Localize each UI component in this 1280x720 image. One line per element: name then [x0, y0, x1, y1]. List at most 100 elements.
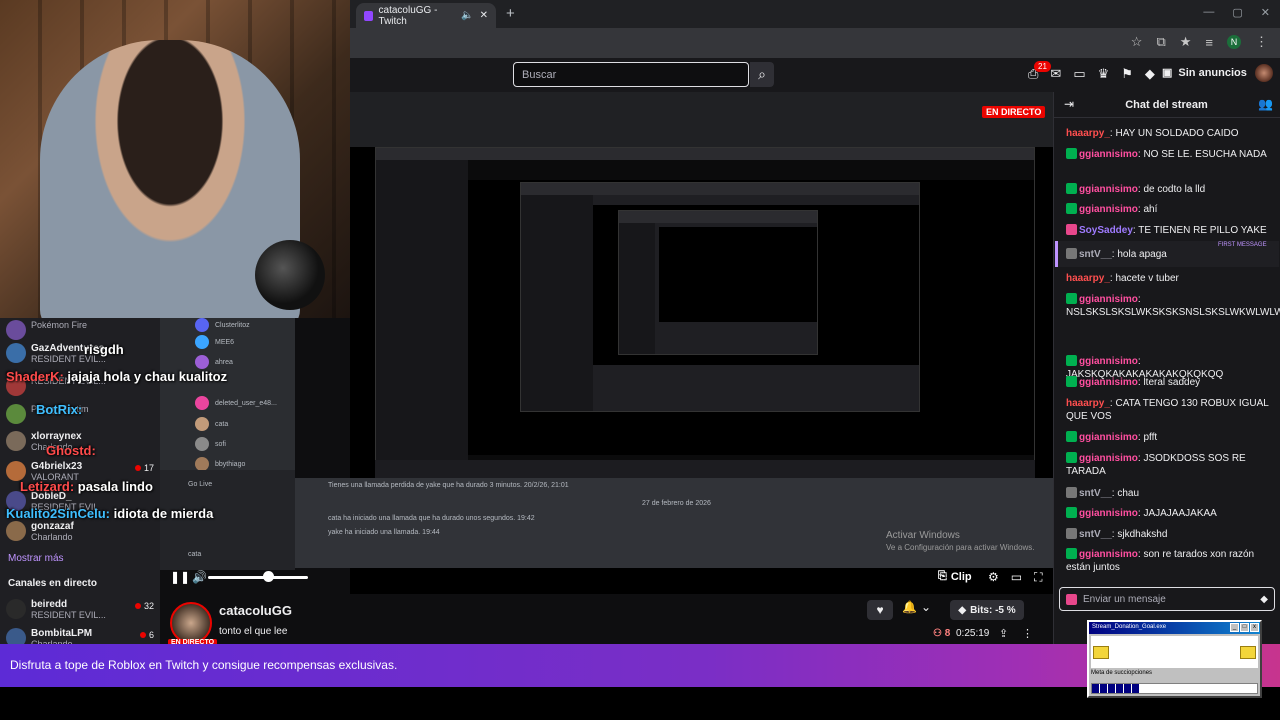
live-channel[interactable]: beiredd RESIDENT EVIL... 32: [6, 599, 156, 620]
bits-icon[interactable]: ◆: [1145, 66, 1155, 82]
chat-username[interactable]: SoySaddey: [1079, 225, 1133, 236]
webcam-feed: [0, 0, 350, 318]
whispers-icon[interactable]: ✉: [1050, 66, 1061, 82]
channel-name[interactable]: catacoluGG: [219, 603, 292, 618]
settings-gear-icon[interactable]: ⚙: [988, 570, 999, 585]
chat-username[interactable]: haaarpy_: [1066, 273, 1110, 284]
activate-windows-title: Activar Windows: [886, 530, 960, 541]
volume-slider[interactable]: [208, 576, 308, 579]
chat-badge-icon: [1066, 487, 1077, 498]
discord-user-name: deleted_user_e48...: [215, 399, 277, 407]
close-icon: x: [1250, 623, 1259, 632]
chat-text: : de codto la lld: [1137, 184, 1206, 195]
nested-side: [521, 195, 593, 411]
follow-button[interactable]: ♥: [867, 600, 893, 620]
chat-username[interactable]: sntV__: [1079, 529, 1112, 540]
chat-username[interactable]: ggiannisimo: [1079, 184, 1138, 195]
chat-username[interactable]: ggiannisimo: [1079, 377, 1138, 388]
chat-username[interactable]: ggiannisimo: [1079, 508, 1138, 519]
fullscreen-icon[interactable]: ⛶: [1034, 570, 1042, 585]
maximize-icon[interactable]: ▢: [1232, 6, 1242, 19]
overlay-chat-text: risgdh: [84, 342, 124, 357]
nested-bar: [619, 211, 817, 223]
more-options-icon[interactable]: ⋮: [1022, 627, 1033, 640]
chat-message: ggiannisimo: pfft: [1066, 431, 1271, 444]
discord-user: MEE6: [195, 335, 234, 349]
no-ads-button[interactable]: ▣ Sin anuncios: [1162, 66, 1247, 80]
pause-button[interactable]: ❚❚: [170, 570, 190, 584]
favorites-icon[interactable]: ★: [1180, 34, 1192, 50]
browser-menu-icon[interactable]: ⋮: [1255, 34, 1268, 50]
show-more-link[interactable]: Mostrar más: [8, 553, 64, 564]
channel-name: gonzazaf: [31, 521, 74, 532]
bookmark-star-icon[interactable]: ☆: [1131, 34, 1143, 50]
chat-text: : lteral saddey: [1137, 377, 1201, 388]
user-avatar[interactable]: [1255, 64, 1273, 82]
chat-users-icon[interactable]: 👥: [1258, 97, 1273, 111]
chat-username[interactable]: ggiannisimo: [1079, 549, 1138, 560]
overlay-chat-line: BotRix:: [36, 402, 82, 417]
reading-list-icon[interactable]: ≡: [1205, 35, 1213, 50]
channel-avatar[interactable]: [170, 602, 212, 644]
discord-user-name: MEE6: [215, 338, 235, 346]
bits-button[interactable]: ◆ Bits: -5 %: [950, 600, 1024, 620]
followed-channel[interactable]: GazAdventures RESIDENT EVIL...: [6, 343, 156, 364]
stream-title: tonto el que lee: [219, 626, 288, 637]
notifications-button[interactable]: 🔔 ⌄: [902, 600, 931, 614]
chat-message: SoySaddey: TE TIENEN RE PILLO YAKE: [1066, 224, 1271, 237]
close-tab-icon[interactable]: ✕: [480, 10, 488, 21]
minimize-icon[interactable]: —: [1203, 6, 1214, 19]
chat-username[interactable]: ggiannisimo: [1079, 204, 1138, 215]
browser-tab[interactable]: catacoluGG - Twitch 🔈 ✕: [356, 3, 496, 28]
search-button[interactable]: ⌕: [750, 62, 774, 87]
person-icon: ⚇: [933, 628, 942, 639]
channel-game: RESIDENT EVIL...: [31, 610, 106, 620]
discord-user: bbythiago: [195, 457, 245, 471]
chat-message: ggiannisimo: NO SE LE. ESUCHA NADA: [1066, 148, 1271, 161]
nested-inner: [658, 227, 817, 322]
feature-icon[interactable]: ⚑: [1121, 66, 1133, 82]
collapse-chat-icon[interactable]: ⇥: [1064, 97, 1074, 111]
share-icon[interactable]: ⇪: [999, 627, 1008, 640]
volume-slider-knob[interactable]: [263, 571, 274, 582]
chat-username[interactable]: sntV__: [1079, 488, 1112, 499]
chat-badge-icon: [1066, 593, 1077, 605]
channel-avatar: [6, 404, 26, 424]
close-window-icon[interactable]: ✕: [1261, 6, 1270, 19]
discord-user-name: sofi: [215, 440, 226, 448]
bell-icon: 🔔: [902, 600, 917, 614]
crown-icon[interactable]: ♛: [1098, 66, 1110, 82]
chat-username[interactable]: haaarpy_: [1066, 398, 1110, 409]
bits-icon[interactable]: ◆: [1260, 594, 1268, 605]
nested-discord-sidebar: [376, 160, 469, 486]
chat-username[interactable]: ggiannisimo: [1079, 149, 1138, 160]
chat-username[interactable]: ggiannisimo: [1079, 432, 1138, 443]
chat-badge-icon: [1066, 548, 1077, 559]
chat-text: : HAY UN SOLDADO CAIDO: [1109, 128, 1239, 139]
profile-avatar[interactable]: N: [1227, 35, 1241, 49]
extensions-icon[interactable]: ⧉: [1156, 34, 1165, 50]
clip-button[interactable]: ⎘ Clip: [938, 570, 972, 583]
chat-username[interactable]: ggiannisimo: [1079, 453, 1138, 464]
stream-uptime: 0:25:19: [956, 628, 990, 639]
new-tab-button[interactable]: +: [506, 5, 515, 22]
overlay-chat-line: ShaderK: jajaja hola y chau kualitoz: [6, 369, 227, 384]
search-input[interactable]: Buscar: [513, 62, 749, 87]
chat-username[interactable]: haaarpy_: [1066, 128, 1110, 139]
messages-icon[interactable]: ▭: [1073, 66, 1085, 82]
volume-button[interactable]: 🔊: [192, 570, 207, 584]
theatre-mode-icon[interactable]: ▭: [1011, 570, 1022, 585]
followed-channel[interactable]: gonzazaf Charlando: [6, 521, 156, 542]
discord-user: sofi: [195, 437, 226, 451]
chat-username[interactable]: sntV__: [1079, 249, 1112, 260]
nested-bar: [376, 148, 1034, 160]
nested-bar: [521, 183, 919, 195]
call-line-2: yake ha iniciado una llamada. 19:44: [328, 529, 440, 536]
followed-channel[interactable]: Pokémon Fire: [6, 320, 156, 340]
viewer-count: 17: [135, 463, 154, 473]
chat-badge-icon: [1066, 293, 1077, 304]
chat-username[interactable]: ggiannisimo: [1079, 356, 1138, 367]
chat-input[interactable]: Enviar un mensaje ◆: [1059, 587, 1275, 611]
mute-tab-icon[interactable]: 🔈: [461, 10, 473, 21]
chat-username[interactable]: ggiannisimo: [1079, 294, 1138, 305]
